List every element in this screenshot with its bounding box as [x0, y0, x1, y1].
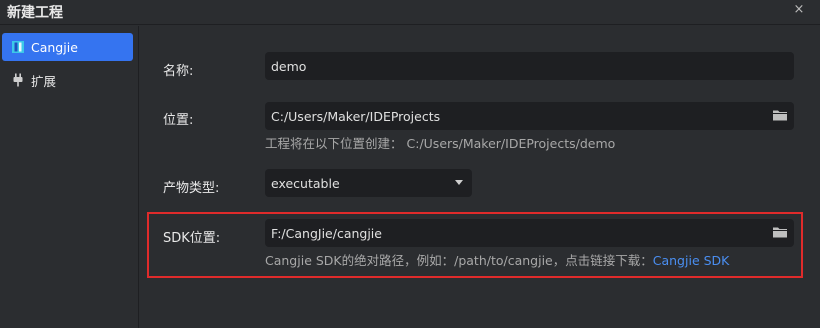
sidebar-item-label: 扩展	[31, 73, 57, 89]
plug-icon	[11, 73, 25, 87]
sidebar: Cangjie 扩展	[0, 26, 139, 328]
folder-icon[interactable]	[772, 225, 788, 239]
title-bar: 新建工程 ×	[0, 0, 820, 25]
artifact-type-select[interactable]: executable	[265, 169, 472, 197]
location-hint-prefix: 工程将在以下位置创建：	[265, 136, 403, 151]
sdk-location-hint: Cangjie SDK的绝对路径，例如：/path/to/cangjie，点击链…	[265, 250, 729, 269]
sidebar-item-cangjie[interactable]: Cangjie	[2, 33, 133, 61]
artifact-type-value: executable	[271, 175, 340, 191]
location-label: 位置:	[163, 113, 194, 128]
sdk-location-value: F:/CangJie/cangjie	[271, 225, 382, 241]
name-input[interactable]: demo	[265, 52, 794, 80]
sidebar-item-label: Cangjie	[31, 39, 78, 55]
name-value: demo	[271, 58, 307, 74]
sdk-hint-text: Cangjie SDK的绝对路径，例如：/path/to/cangjie，点击链…	[265, 253, 653, 268]
location-input[interactable]: C:/Users/Maker/IDEProjects	[265, 102, 794, 130]
new-project-dialog: 新建工程 × Cangjie 扩展 名称: demo 位置: C:/Users/…	[0, 0, 820, 328]
name-label: 名称:	[163, 64, 194, 79]
chevron-down-icon	[455, 180, 463, 185]
sidebar-item-extensions[interactable]: 扩展	[2, 66, 133, 94]
cangjie-sdk-link[interactable]: Cangjie SDK	[653, 253, 730, 268]
location-value: C:/Users/Maker/IDEProjects	[271, 108, 441, 124]
location-hint: 工程将在以下位置创建： C:/Users/Maker/IDEProjects/d…	[265, 133, 615, 152]
dialog-title: 新建工程	[7, 5, 63, 21]
sdk-location-label: SDK位置:	[163, 231, 221, 246]
form-panel: 名称: demo 位置: C:/Users/Maker/IDEProjects …	[140, 26, 820, 328]
location-hint-path: C:/Users/Maker/IDEProjects/demo	[406, 136, 616, 151]
close-icon[interactable]: ×	[792, 3, 806, 17]
artifact-type-label: 产物类型:	[163, 181, 220, 196]
sdk-location-input[interactable]: F:/CangJie/cangjie	[265, 219, 794, 247]
folder-icon[interactable]	[772, 108, 788, 122]
cangjie-logo-icon	[11, 40, 25, 54]
